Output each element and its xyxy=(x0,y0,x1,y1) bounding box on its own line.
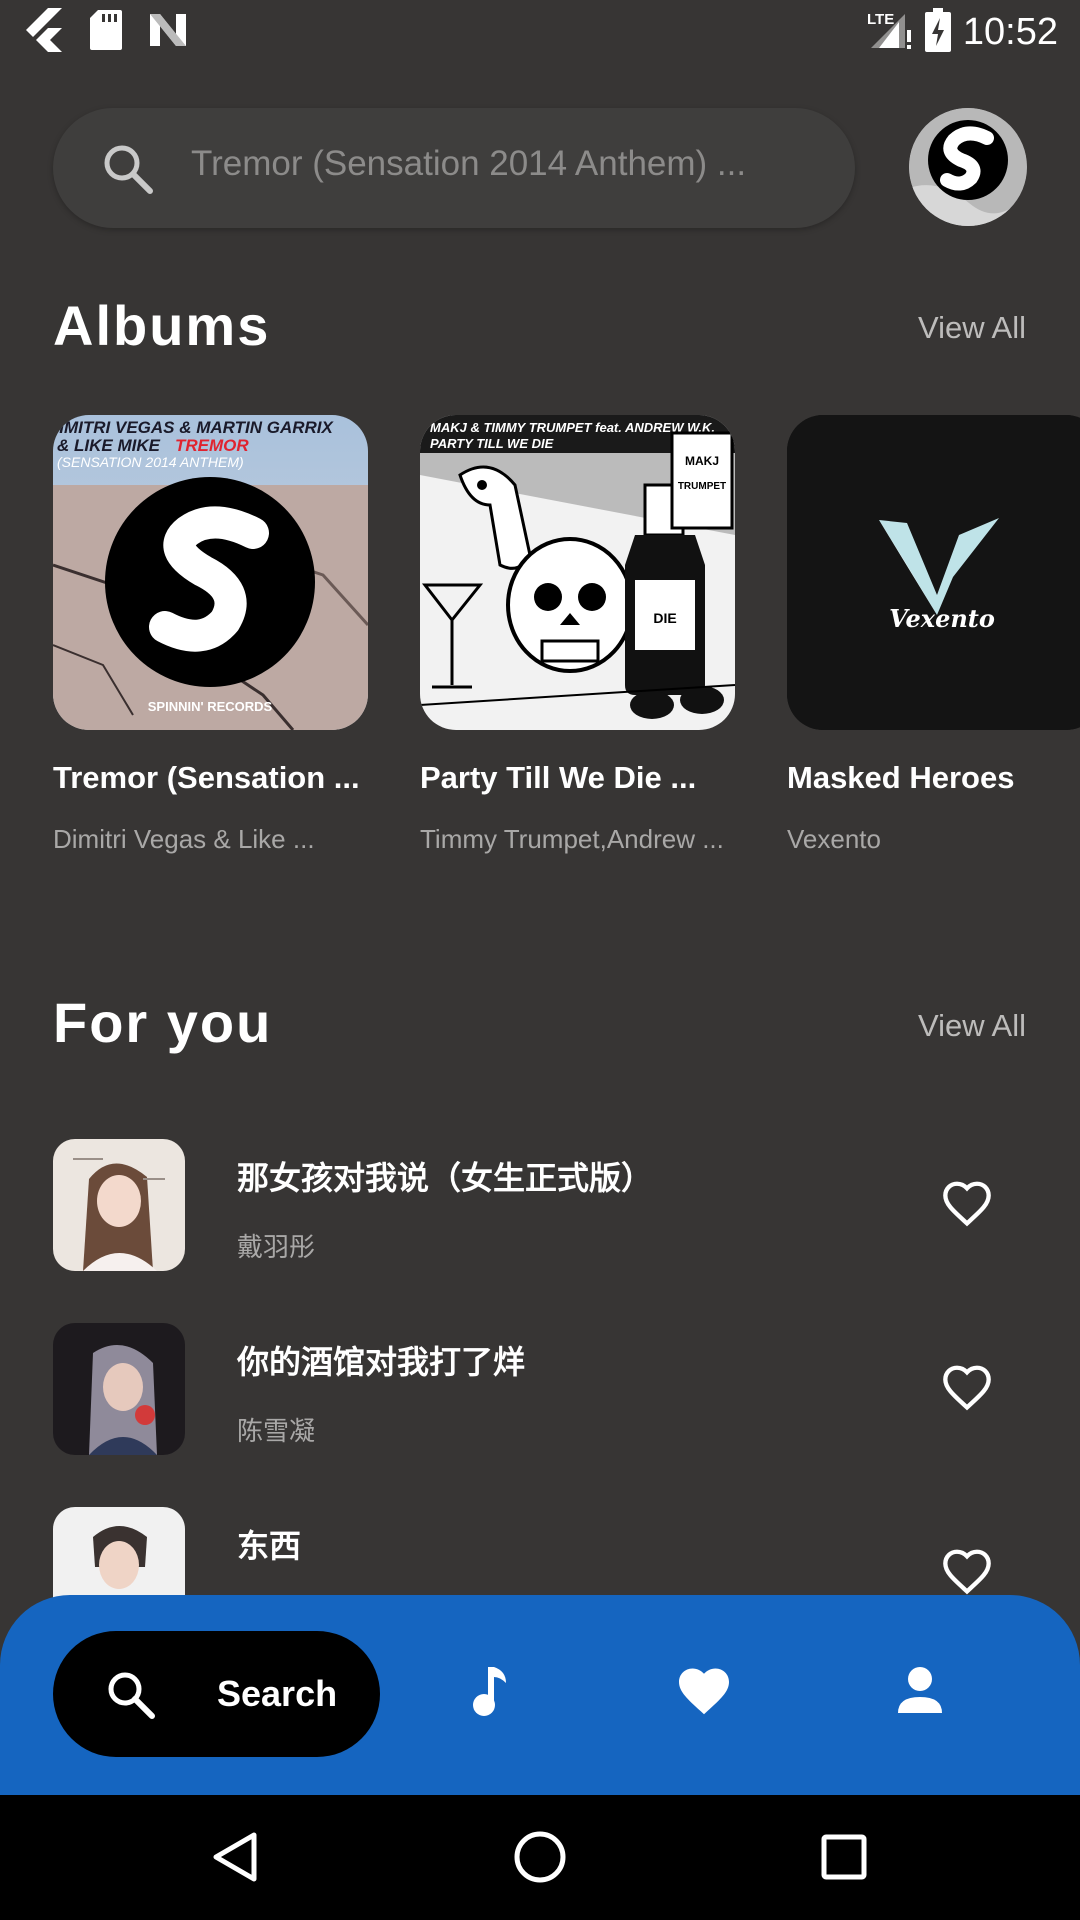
song-thumbnail xyxy=(53,1323,185,1455)
music-note-icon[interactable] xyxy=(460,1661,520,1721)
bottom-navigation: Search xyxy=(0,1595,1080,1795)
nav-search-button[interactable]: Search xyxy=(53,1631,380,1757)
home-icon[interactable] xyxy=(510,1827,570,1887)
song-thumbnail xyxy=(53,1139,185,1271)
search-icon xyxy=(101,142,155,196)
album-title: Masked Heroes xyxy=(787,760,1015,795)
album-card[interactable]: Vexento Masked Heroes Vexento xyxy=(787,415,1080,855)
album-title: Tremor (Sensation ... xyxy=(53,760,360,795)
albums-section-title: Albums xyxy=(53,294,271,357)
search-placeholder: Tremor (Sensation 2014 Anthem) ... xyxy=(191,144,747,183)
album-cover-text: SPINNIN' RECORDS xyxy=(148,699,273,714)
favorite-heart-icon[interactable] xyxy=(941,1179,993,1231)
album-cover-text: (SENSATION 2014 ANTHEM) xyxy=(57,454,244,470)
album-cover-text: TREMOR xyxy=(175,436,249,455)
song-title: 那女孩对我说（女生正式版） xyxy=(237,1160,654,1196)
status-time: 10:52 xyxy=(962,11,1058,53)
nav-search-label: Search xyxy=(217,1673,338,1714)
album-cover-text: & LIKE MIKE xyxy=(57,436,161,455)
for-you-section-title: For you xyxy=(53,991,273,1054)
sd-card-icon xyxy=(90,10,122,55)
song-artist: 陈雪凝 xyxy=(237,1416,316,1446)
n-icon xyxy=(148,12,188,53)
album-cover-text: DIMITRI VEGAS & MARTIN GARRIX xyxy=(53,418,335,437)
album-artist: Timmy Trumpet,Andrew ... xyxy=(420,824,724,854)
system-navigation-bar xyxy=(0,1795,1080,1920)
album-card[interactable]: MAKJ & TIMMY TRUMPET feat. ANDREW W.K. P… xyxy=(420,415,735,855)
album-title: Party Till We Die ... xyxy=(420,760,697,795)
recents-icon[interactable] xyxy=(814,1827,874,1887)
svg-text:TRUMPET: TRUMPET xyxy=(678,481,726,492)
song-title: 东西 xyxy=(237,1528,302,1564)
list-item[interactable]: 你的酒馆对我打了烊 陈雪凝 xyxy=(53,1323,1028,1455)
svg-text:MAKJ: MAKJ xyxy=(685,454,719,468)
favorite-heart-icon[interactable] xyxy=(941,1363,993,1415)
svg-text:DIE: DIE xyxy=(653,610,676,626)
flutter-icon xyxy=(26,8,64,57)
song-title: 你的酒馆对我打了烊 xyxy=(237,1344,526,1380)
favorite-heart-icon[interactable] xyxy=(941,1547,993,1599)
status-bar: LTE 10:52 xyxy=(0,0,1080,64)
profile-avatar[interactable] xyxy=(909,108,1027,226)
heart-icon[interactable] xyxy=(674,1661,734,1721)
person-icon[interactable] xyxy=(890,1661,950,1721)
battery-charging-icon xyxy=(924,8,951,57)
albums-view-all-link[interactable]: View All xyxy=(918,310,1026,346)
search-icon xyxy=(105,1669,157,1721)
app-screen: LTE 10:52 Tremor (Sensation 2014 Anthem)… xyxy=(0,0,1080,1920)
network-type-label: LTE xyxy=(867,11,894,28)
list-item[interactable]: 那女孩对我说（女生正式版） 戴羽彤 xyxy=(53,1139,1028,1271)
search-input[interactable]: Tremor (Sensation 2014 Anthem) ... xyxy=(53,108,855,228)
album-cover-text: PARTY TILL WE DIE xyxy=(430,436,554,451)
album-card[interactable]: DIMITRI VEGAS & MARTIN GARRIX & LIKE MIK… xyxy=(53,415,368,855)
album-cover-text: Vexento xyxy=(889,604,995,633)
album-cover-image: MAKJ & TIMMY TRUMPET feat. ANDREW W.K. P… xyxy=(420,415,735,730)
album-artist: Dimitri Vegas & Like ... xyxy=(53,824,315,854)
album-cover-image: Vexento xyxy=(787,415,1080,730)
song-artist: 戴羽彤 xyxy=(237,1232,316,1262)
for-you-view-all-link[interactable]: View All xyxy=(918,1008,1026,1044)
signal-icon: LTE xyxy=(865,8,913,57)
back-icon[interactable] xyxy=(206,1827,266,1887)
album-cover-image: DIMITRI VEGAS & MARTIN GARRIX & LIKE MIK… xyxy=(53,415,368,730)
album-artist: Vexento xyxy=(787,824,881,854)
